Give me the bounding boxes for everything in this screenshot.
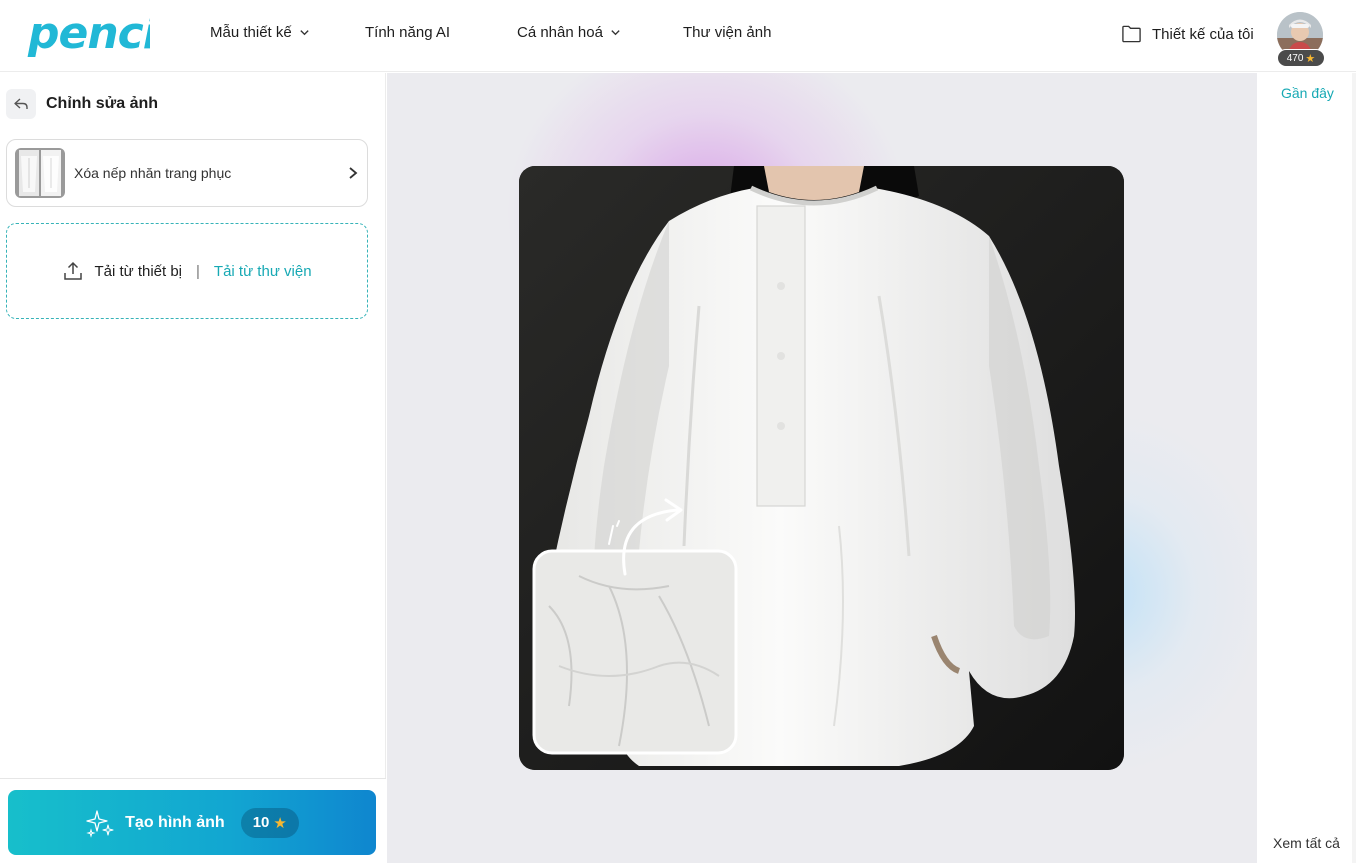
upload-icon bbox=[64, 261, 83, 280]
penci-logo[interactable]: penci bbox=[26, 8, 150, 62]
recent-label[interactable]: Gần đây bbox=[1281, 85, 1334, 101]
panel-title: Chỉnh sửa ảnh bbox=[46, 95, 159, 112]
upload-separator: | bbox=[196, 262, 200, 280]
nav-templates-label: Mẫu thiết kế bbox=[210, 24, 292, 41]
nav-ai-features-label: Tính năng AI bbox=[365, 24, 451, 41]
nav-templates[interactable]: Mẫu thiết kế bbox=[210, 24, 310, 41]
penci-logo-mark: penci bbox=[27, 8, 150, 59]
edit-panel: Chỉnh sửa ảnh Xóa nếp nhăn trang phục Tả… bbox=[0, 73, 386, 863]
credit-badge: 470 ★ bbox=[1277, 49, 1325, 67]
recent-panel: Gần đây Xem tất cả bbox=[1257, 73, 1356, 863]
tool-label: Xóa nếp nhăn trang phục bbox=[74, 165, 232, 181]
back-icon bbox=[14, 98, 28, 109]
tool-thumbnail bbox=[15, 148, 65, 198]
star-icon: ★ bbox=[273, 814, 287, 832]
nav-photo-library[interactable]: Thư viện ảnh bbox=[683, 24, 771, 41]
svg-text:penci: penci bbox=[27, 8, 150, 59]
nav-personalize-label: Cá nhân hoá bbox=[517, 24, 603, 41]
nav-personalize[interactable]: Cá nhân hoá bbox=[517, 24, 621, 41]
scrollbar[interactable] bbox=[1352, 73, 1356, 863]
panel-footer: Tạo hình ảnh 10 ★ bbox=[0, 778, 386, 863]
generate-image-button[interactable]: Tạo hình ảnh 10 ★ bbox=[8, 790, 376, 855]
generate-cost-badge: 10 ★ bbox=[240, 807, 299, 838]
credit-count: 470 bbox=[1286, 52, 1304, 64]
chevron-down-icon bbox=[611, 30, 620, 36]
shirt-thumbnail-image bbox=[15, 148, 65, 198]
generate-label: Tạo hình ảnh bbox=[125, 813, 225, 831]
tool-wrinkle-removal[interactable]: Xóa nếp nhăn trang phục bbox=[6, 139, 368, 207]
upload-from-device[interactable]: Tải từ thiết bị bbox=[94, 263, 182, 280]
star-icon: ★ bbox=[1305, 52, 1316, 65]
chevron-down-icon bbox=[300, 30, 309, 36]
upload-from-library[interactable]: Tải từ thư viện bbox=[214, 263, 312, 280]
back-button[interactable] bbox=[6, 89, 36, 119]
example-photo bbox=[519, 166, 1124, 770]
nav-photo-library-label: Thư viện ảnh bbox=[683, 24, 772, 41]
my-designs-label: Thiết kế của tôi bbox=[1152, 25, 1254, 43]
preview-canvas bbox=[387, 73, 1257, 863]
sparkle-icon bbox=[86, 809, 114, 838]
nav-ai-features[interactable]: Tính năng AI bbox=[365, 24, 450, 41]
top-header: penci Mẫu thiết kế Tính năng AI Cá nhân … bbox=[0, 0, 1356, 72]
folder-icon bbox=[1122, 25, 1141, 43]
view-all-link[interactable]: Xem tất cả bbox=[1273, 835, 1340, 851]
panel-header: Chỉnh sửa ảnh bbox=[6, 89, 158, 119]
chevron-right-icon bbox=[349, 167, 358, 179]
user-menu[interactable]: 470 ★ bbox=[1277, 12, 1325, 68]
white-shirt-photo bbox=[519, 166, 1124, 770]
my-designs-link[interactable]: Thiết kế của tôi bbox=[1121, 24, 1254, 44]
generate-cost: 10 bbox=[252, 814, 270, 831]
upload-dropzone[interactable]: Tải từ thiết bị | Tải từ thư viện bbox=[6, 223, 368, 319]
